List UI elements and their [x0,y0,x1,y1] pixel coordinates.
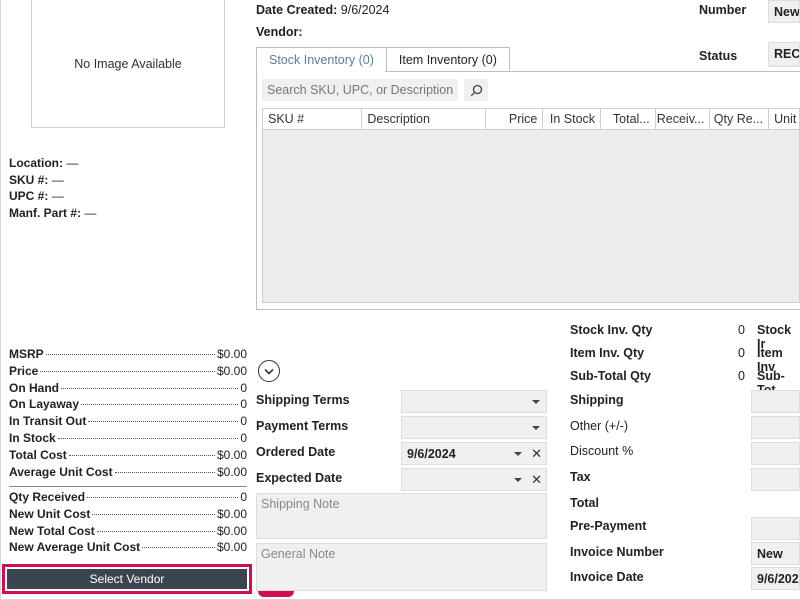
number-field[interactable]: New [768,0,800,23]
shipping-note-field[interactable]: Shipping Note [256,493,547,539]
expected-date-label: Expected Date [256,471,343,485]
prepayment-field[interactable] [751,517,800,540]
stat-row: Qty Received 0 [9,490,247,504]
col-total[interactable]: Total... [601,109,656,129]
select-vendor-button[interactable]: Select Vendor [7,569,247,589]
shipping-label: Shipping [570,393,624,407]
sku-line: SKU #: — [9,172,64,187]
caret-down-icon[interactable] [514,452,522,456]
general-note-field[interactable]: General Note [256,543,547,591]
invoice-date-label: Invoice Date [570,570,644,584]
expected-date-field[interactable]: ✕ [401,468,547,491]
col-in-stock[interactable]: In Stock [543,109,602,129]
payment-terms-label: Payment Terms [256,419,349,433]
stat-row: In Transit Out 0 [9,414,247,429]
tax-field[interactable] [751,468,800,491]
col-qty-received[interactable]: Qty Re... [710,109,770,129]
col-description[interactable]: Description [362,109,486,129]
prepayment-label: Pre-Payment [570,519,647,533]
product-info: Location: — SKU #: — UPC #: — Manf. Part… [9,155,96,221]
vendor-label: Vendor: [256,25,303,39]
invoice-number-field[interactable]: New [751,542,800,565]
tab-stock-inventory[interactable]: Stock Inventory (0) [256,47,387,72]
subtotal-qty-label: Sub-Total Qty [570,369,652,383]
stat-row: On Hand 0 [9,380,247,395]
tax-label: Tax [570,470,591,484]
no-image-text: No Image Available [74,56,182,71]
ordered-date-field[interactable]: 9/6/2024 ✕ [401,442,547,465]
product-image-placeholder: No Image Available [31,0,225,128]
inventory-tabs: Stock Inventory (0) Item Inventory (0) [256,47,510,72]
tab-item-inventory[interactable]: Item Inventory (0) [385,47,510,72]
payment-terms-select[interactable] [401,416,547,439]
stat-row: Total Cost $0.00 [9,447,247,462]
item-inv-qty-value: 0 [738,346,745,360]
col-price[interactable]: Price [486,109,544,129]
col-received[interactable]: Receiv... [656,109,711,129]
ordered-date-label: Ordered Date [256,445,336,459]
invoice-number-label: Invoice Number [570,545,664,559]
other-label: Other (+/-) [570,419,628,433]
stat-row: In Stock 0 [9,430,247,445]
shipping-terms-label: Shipping Terms [256,393,350,407]
status-label: Status [699,49,738,63]
item-inv-qty-label: Item Inv. Qty [570,346,645,360]
search-button[interactable] [464,79,488,101]
select-vendor-highlight: Select Vendor [2,564,252,594]
select-vendor-label: Select Vendor [89,572,165,586]
stat-row: Price $0.00 [9,363,247,378]
stat-row: Average Unit Cost $0.00 [9,464,247,479]
stock-inv-qty-label: Stock Inv. Qty [570,323,653,337]
caret-down-icon [532,400,540,404]
stat-row: On Layaway 0 [9,397,247,412]
status-field[interactable]: RECI [768,42,800,67]
receive-stats: Qty Received 0 New Unit Cost $0.00 New Tot… [9,490,247,557]
number-label: Number [699,3,747,17]
discount-label: Discount % [570,444,634,458]
caret-down-icon [532,426,540,430]
shipping-terms-select[interactable] [401,390,547,413]
expand-button[interactable] [258,360,280,382]
col-sku[interactable]: SKU # [263,109,363,129]
invoice-date-field[interactable]: 9/6/202 [751,567,800,590]
caret-down-icon[interactable] [514,478,522,482]
stat-row: New Average Unit Cost $0.00 [9,540,247,555]
shipping-field[interactable] [751,390,800,413]
discount-field[interactable] [751,442,800,465]
manf-part-line: Manf. Part #: — [9,205,97,220]
product-stats: MSRP $0.00 Price $0.00 On Hand 0 On Layaway… [9,347,247,481]
stock-inv-qty-value: 0 [738,323,745,337]
subtotal-qty-value: 0 [738,369,745,383]
location-line: Location: — [9,156,79,170]
chevron-down-icon [264,368,274,375]
clear-icon[interactable]: ✕ [531,446,542,462]
total-label: Total [570,496,599,510]
grid-body[interactable] [262,130,800,303]
grid-header: SKU # Description Price In Stock Total..… [262,108,800,130]
stat-row: New Total Cost $0.00 [9,523,247,538]
search-input[interactable]: Search SKU, UPC, or Description [262,79,458,101]
stat-row: New Unit Cost $0.00 [9,506,247,521]
upc-line: UPC #: — [9,189,64,203]
stats-divider [9,486,247,487]
col-unit[interactable]: Unit [769,109,799,129]
date-created: Date Created: 9/6/2024 [256,3,390,17]
search-icon [470,84,482,96]
other-field[interactable] [751,416,800,439]
stat-row: MSRP $0.00 [9,347,247,361]
clear-icon[interactable]: ✕ [531,472,542,488]
